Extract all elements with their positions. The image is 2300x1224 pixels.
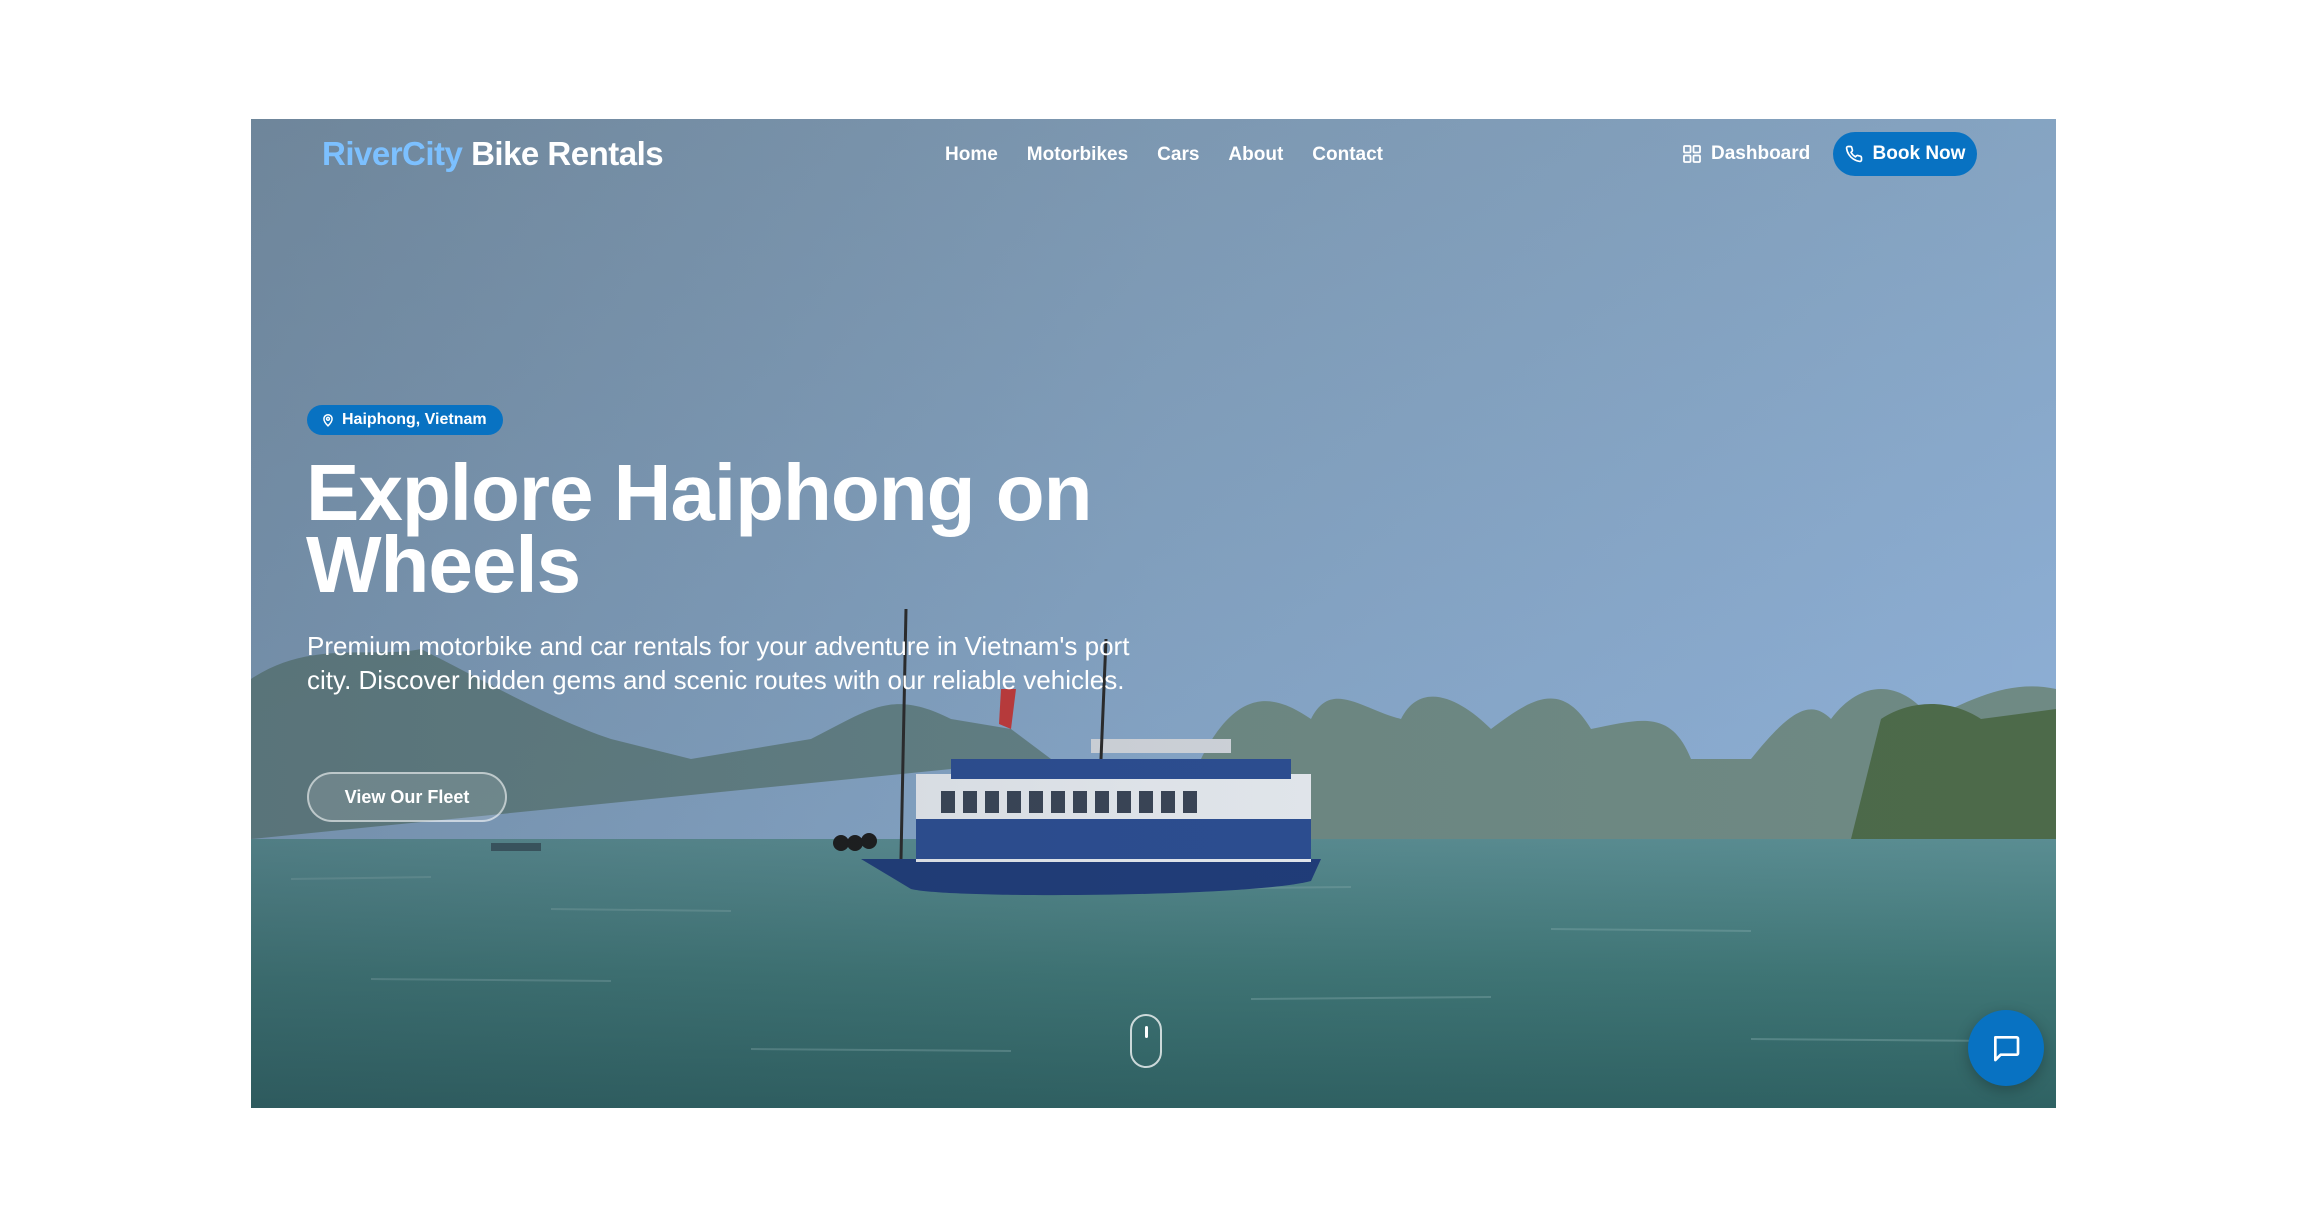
phone-icon bbox=[1845, 145, 1862, 163]
book-now-button[interactable]: Book Now bbox=[1833, 132, 1977, 176]
dashboard-link[interactable]: Dashboard bbox=[1683, 143, 1810, 165]
brand-logo[interactable]: RiverCity Bike Rentals bbox=[322, 135, 664, 173]
location-badge-text: Haiphong, Vietnam bbox=[342, 411, 487, 428]
mouse-scroll-icon[interactable] bbox=[1130, 1014, 1162, 1068]
brand-name-part2: Bike Rentals bbox=[462, 135, 664, 172]
nav-home[interactable]: Home bbox=[945, 144, 998, 166]
brand-name-part1: RiverCity bbox=[322, 135, 463, 172]
view-fleet-button[interactable]: View Our Fleet bbox=[307, 772, 507, 822]
hero-overlay bbox=[251, 119, 2056, 1108]
mouse-wheel bbox=[1145, 1026, 1148, 1038]
dashboard-label: Dashboard bbox=[1711, 143, 1811, 164]
grid-icon bbox=[1683, 145, 1701, 163]
nav-about[interactable]: About bbox=[1228, 144, 1283, 166]
nav-contact[interactable]: Contact bbox=[1312, 144, 1383, 166]
hero-title-line2: Wheels bbox=[306, 520, 581, 609]
hero-section: RiverCity Bike Rentals Home Motorbikes C… bbox=[251, 119, 2056, 1108]
book-now-label: Book Now bbox=[1872, 143, 1966, 164]
hero-title: Explore Haiphong on Wheels bbox=[306, 453, 1206, 605]
map-pin-icon bbox=[323, 414, 333, 427]
nav-motorbikes[interactable]: Motorbikes bbox=[1027, 144, 1128, 166]
chat-button[interactable] bbox=[1968, 1010, 2044, 1086]
main-nav: Home Motorbikes Cars About Contact bbox=[945, 144, 1383, 166]
nav-cars[interactable]: Cars bbox=[1157, 144, 1199, 166]
location-badge: Haiphong, Vietnam bbox=[307, 405, 503, 435]
brand-name-part2-text: Bike Rentals bbox=[471, 135, 664, 172]
chat-icon bbox=[1994, 1036, 2020, 1062]
hero-description: Premium motorbike and car rentals for yo… bbox=[307, 631, 1130, 695]
